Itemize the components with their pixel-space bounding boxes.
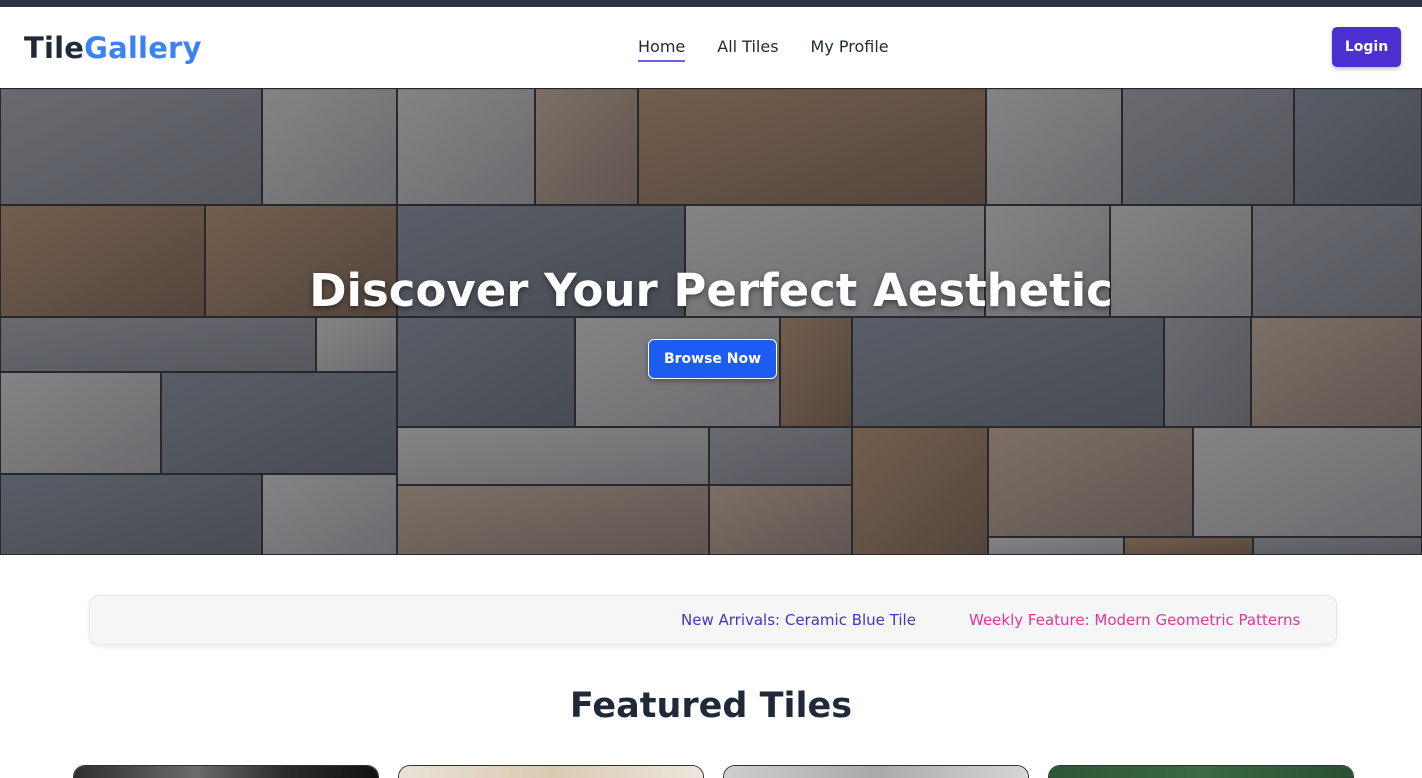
tile-image	[1049, 766, 1353, 778]
featured-tile-card[interactable]	[723, 765, 1029, 778]
logo-text-tile: Tile	[24, 31, 85, 65]
logo-text-gallery: Gallery	[84, 31, 202, 65]
top-strip	[0, 0, 1422, 7]
announcement-ticker: New Arrivals: Ceramic Blue Tile Weekly F…	[89, 595, 1337, 645]
hero-dark-overlay	[0, 88, 1422, 555]
nav-home[interactable]: Home	[638, 37, 686, 62]
featured-tile-card[interactable]	[73, 765, 379, 778]
main-nav: Home All Tiles My Profile	[638, 37, 889, 62]
ticker-item-new-arrivals[interactable]: New Arrivals: Ceramic Blue Tile	[681, 611, 916, 629]
featured-tile-card[interactable]	[398, 765, 704, 778]
navbar: TileGallery Home All Tiles My Profile Lo…	[0, 7, 1422, 88]
tile-image	[399, 766, 703, 778]
nav-all-tiles[interactable]: All Tiles	[717, 37, 778, 62]
tile-image	[724, 766, 1028, 778]
tile-image	[74, 766, 378, 778]
logo[interactable]: TileGallery	[24, 31, 202, 65]
featured-tile-card[interactable]	[1048, 765, 1354, 778]
ticker-item-weekly-feature[interactable]: Weekly Feature: Modern Geometric Pattern…	[969, 611, 1300, 629]
nav-my-profile[interactable]: My Profile	[811, 37, 889, 62]
browse-now-button[interactable]: Browse Now	[648, 339, 777, 379]
featured-tiles-heading: Featured Tiles	[569, 686, 853, 726]
login-button[interactable]: Login	[1332, 27, 1401, 67]
hero-banner: Discover Your Perfect Aesthetic Browse N…	[0, 88, 1422, 555]
hero-title: Discover Your Perfect Aesthetic	[309, 264, 1113, 317]
